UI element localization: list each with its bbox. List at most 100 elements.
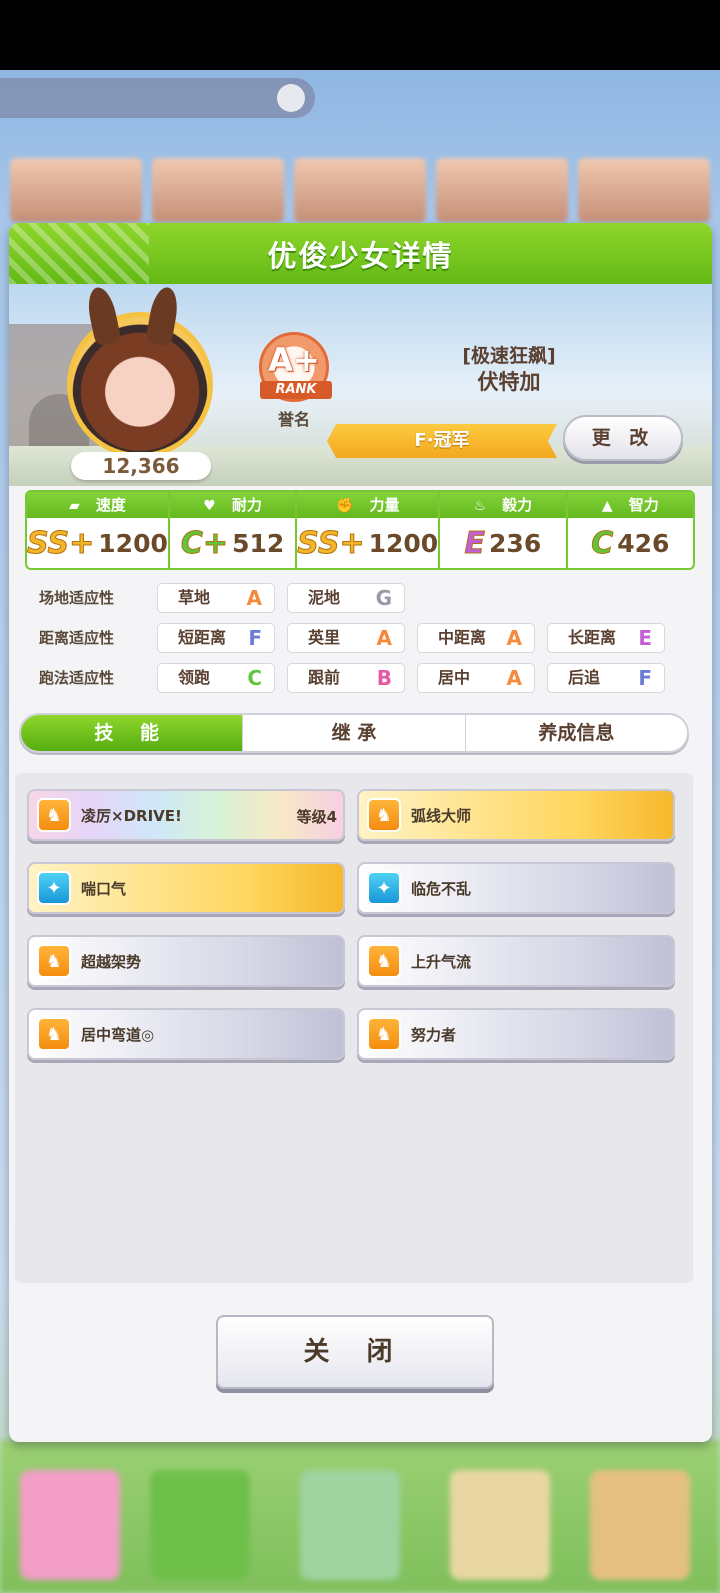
dialog-title: 优俊少女详情	[267, 239, 454, 273]
profile-banner: 12,366 A+ RANK 誉名 [极速狂飙] 伏特加 F·冠军 更 改	[9, 284, 712, 486]
aptitude-row: 距离适应性 短距离 F 英里 A 中距离 A 长距离 E	[39, 623, 689, 653]
change-title-button[interactable]: 更 改	[563, 415, 683, 461]
skill-item[interactable]: ♞ 超越架势	[27, 935, 345, 987]
aptitude-grade: A	[376, 626, 392, 650]
skill-name: 超越架势	[81, 952, 142, 971]
stat-value: 236	[489, 528, 542, 558]
sparkle-skill-icon: ✦	[367, 871, 401, 905]
stat-label: 力量	[369, 496, 400, 514]
skill-name: 努力者	[411, 1025, 457, 1044]
skill-name: 居中弯道◎	[81, 1025, 155, 1044]
stat-body: SS+ 1200	[297, 518, 438, 568]
status-bar	[0, 0, 720, 70]
character-name: 伏特加	[477, 370, 541, 394]
aptitude-row: 场地适应性 草地 A 泥地 G	[39, 583, 689, 613]
stat-label: 毅力	[502, 496, 533, 514]
sparkle-skill-icon: ✦	[37, 871, 71, 905]
aptitude-row: 跑法适应性 领跑 C 跟前 B 居中 A 后追 F	[39, 663, 689, 693]
stat-label: 智力	[628, 496, 659, 514]
stat-grade-badge: SS+	[27, 525, 95, 561]
aptitude-cell: 英里 A	[287, 623, 405, 653]
stat-grade-badge: SS+	[297, 525, 365, 561]
stat-header: ▰ 速度	[27, 492, 168, 518]
rank-caption: 誉名	[277, 410, 310, 429]
stat-label: 速度	[95, 496, 126, 514]
skill-item[interactable]: ♞ 上升气流	[357, 935, 675, 987]
aptitude-name: 领跑	[178, 668, 211, 687]
stat-header: ▲ 智力	[567, 492, 693, 518]
background-menu	[0, 1440, 720, 1593]
skill-item[interactable]: ♞ 居中弯道◎	[27, 1008, 345, 1060]
skill-item[interactable]: ✦ 临危不乱	[357, 862, 675, 914]
aptitude-label: 距离适应性	[39, 629, 115, 647]
stat-2: ✊ 力量 SS+ 1200	[297, 492, 441, 568]
aptitude-cell: 草地 A	[157, 583, 275, 613]
aptitude-grade: A	[246, 586, 262, 610]
flame-icon: ♨	[473, 498, 487, 514]
aptitude-cell: 中距离 A	[417, 623, 535, 653]
skill-item[interactable]: ♞ 凌厉×DRIVE! 等级4	[27, 789, 345, 841]
skill-name: 上升气流	[411, 952, 472, 971]
skills-panel: ♞ 凌厉×DRIVE! 等级4 ♞ 弧线大师 ✦ 喘口气 ✦ 临危不乱 ♞ 超越架势 ♞ 上升气流 ♞ 居中…	[15, 773, 693, 1283]
stat-body: C 426	[568, 518, 693, 568]
aptitude-cell: 跟前 B	[287, 663, 405, 693]
aptitude-grade: A	[506, 626, 522, 650]
stat-value: 1200	[98, 528, 168, 558]
aptitude-name: 英里	[308, 628, 341, 647]
aptitude-grade: A	[506, 666, 522, 690]
skill-item[interactable]: ✦ 喘口气	[27, 862, 345, 914]
stat-grade-badge: E	[464, 525, 486, 561]
horse-skill-icon: ♞	[37, 1017, 71, 1051]
skill-item[interactable]: ♞ 弧线大师	[357, 789, 675, 841]
aptitude-cell: 泥地 G	[287, 583, 405, 613]
aptitude-grade: F	[638, 666, 652, 690]
aptitude-grade: F	[248, 626, 262, 650]
character-nickname: [极速狂飙]	[462, 345, 556, 367]
tab-2[interactable]: 养成信息	[466, 715, 687, 751]
stat-body: SS+ 1200	[27, 518, 168, 568]
aptitude-name: 居中	[438, 668, 471, 687]
stat-grade-badge: C	[591, 525, 614, 561]
aptitude-name: 短距离	[178, 628, 227, 647]
character-portrait[interactable]	[67, 284, 213, 458]
horse-skill-icon: ♞	[37, 798, 71, 832]
aptitude-cell: 长距离 E	[547, 623, 665, 653]
stat-grade-badge: C+	[180, 525, 229, 561]
tab-1[interactable]: 继 承	[243, 715, 466, 751]
skill-name: 凌厉×DRIVE!	[81, 806, 182, 825]
aptitude-cell: 后追 F	[547, 663, 665, 693]
aptitude-label: 跑法适应性	[39, 669, 115, 687]
aptitude-cell: 领跑 C	[157, 663, 275, 693]
horse-skill-icon: ♞	[367, 1017, 401, 1051]
stats-table: ▰ 速度 SS+ 1200 ♥ 耐力 C+ 512 ✊ 力量 SS+ 1200 ♨ 毅力 E 236 ▲ 智力 C 4…	[25, 490, 695, 570]
aptitude-name: 长距离	[568, 628, 617, 647]
skill-name: 弧线大师	[411, 806, 472, 825]
stat-header: ♨ 毅力	[440, 492, 566, 518]
stat-header: ✊ 力量	[297, 492, 439, 518]
aptitude-grade: E	[638, 626, 652, 650]
stat-4: ▲ 智力 C 426	[567, 492, 693, 568]
character-detail-dialog: 优俊少女详情 12,366 A+ RANK 誉名 [极速狂飙] 伏特加 F·冠军…	[9, 223, 712, 1442]
aptitude-grade: G	[375, 586, 392, 610]
tab-0[interactable]: 技 能	[21, 715, 244, 751]
skill-level: 等级4	[296, 808, 337, 826]
skill-item[interactable]: ♞ 努力者	[357, 1008, 675, 1060]
graduation-cap-icon: ▲	[601, 498, 613, 514]
stat-value: 426	[617, 528, 670, 558]
close-button[interactable]: 关 闭	[216, 1315, 494, 1389]
heart-icon: ♥	[203, 498, 216, 514]
background-character-cards	[10, 158, 710, 222]
stat-value: 1200	[368, 528, 439, 558]
aptitude-name: 泥地	[308, 588, 341, 607]
aptitude-grade: C	[247, 666, 262, 690]
rank-letter: A+	[268, 341, 320, 379]
shoe-icon: ▰	[69, 498, 80, 514]
stat-3: ♨ 毅力 E 236	[440, 492, 568, 568]
background-banner	[0, 78, 315, 118]
aptitude-grade: B	[376, 666, 392, 690]
stat-label: 耐力	[231, 496, 262, 514]
horse-skill-icon: ♞	[37, 944, 71, 978]
stat-header: ♥ 耐力	[169, 492, 296, 518]
aptitude-label: 场地适应性	[39, 589, 115, 607]
skill-name: 喘口气	[81, 879, 127, 898]
